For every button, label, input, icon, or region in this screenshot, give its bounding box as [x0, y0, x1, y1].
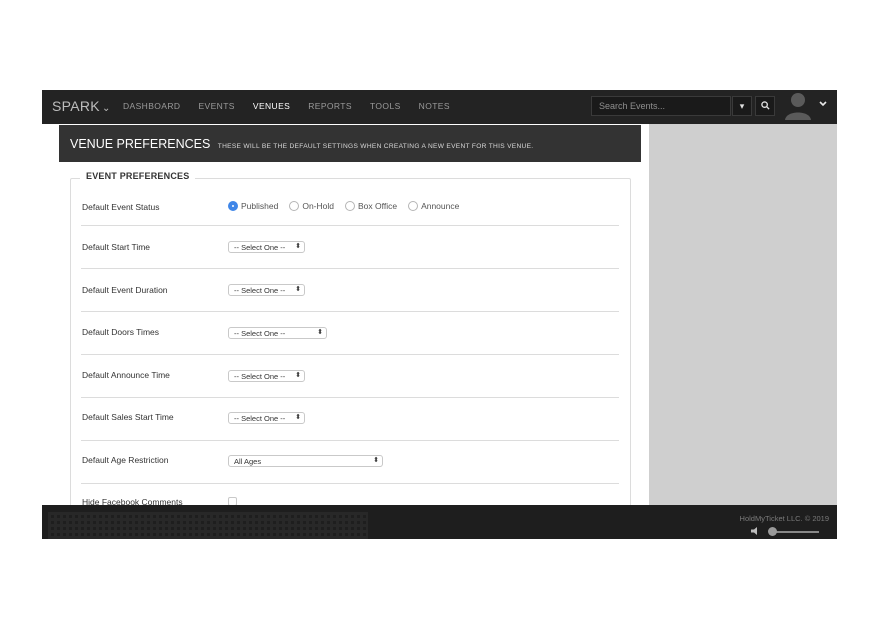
doors-time-label: Default Doors Times — [82, 327, 159, 337]
radio-published[interactable]: Published — [228, 201, 278, 211]
chevron-down-icon[interactable] — [819, 99, 827, 110]
duration-select[interactable]: -- Select One -- ⬍ — [228, 284, 305, 296]
sales-start-select[interactable]: -- Select One -- ⬍ — [228, 412, 305, 424]
chevron-down-icon: ⌄ — [101, 103, 111, 114]
main-nav: DASHBOARD EVENTS VENUES REPORTS TOOLS NO… — [123, 101, 468, 111]
search-input[interactable] — [591, 96, 731, 116]
radio-indicator — [408, 201, 419, 211]
start-time-select[interactable]: -- Select One -- ⬍ — [228, 241, 305, 253]
nav-venues[interactable]: VENUES — [253, 101, 290, 111]
section-header: VENUE PREFERENCES THESE WILL BE THE DEFA… — [59, 125, 641, 162]
venue-preferences-panel: VENUE PREFERENCES THESE WILL BE THE DEFA… — [42, 124, 649, 505]
select-arrows-icon: ⬍ — [295, 286, 301, 293]
nav-events[interactable]: EVENTS — [198, 101, 234, 111]
radio-box-office[interactable]: Box Office — [345, 201, 397, 211]
search-filter-dropdown-button[interactable]: ▾ — [732, 96, 752, 116]
announce-time-select[interactable]: -- Select One -- ⬍ — [228, 370, 305, 382]
age-restriction-row: Default Age Restriction All Ages ⬍ — [81, 441, 619, 484]
select-value: -- Select One -- — [234, 372, 286, 381]
start-time-label: Default Start Time — [82, 242, 151, 252]
age-restriction-select[interactable]: All Ages ⬍ — [228, 455, 383, 467]
app-window: SPARK ⌄ DASHBOARD EVENTS VENUES REPORTS T… — [42, 90, 837, 539]
search-button[interactable] — [755, 96, 775, 116]
caret-down-icon: ▾ — [739, 101, 745, 111]
select-value: -- Select One -- — [234, 286, 286, 295]
start-time-row: Default Start Time -- Select One -- ⬍ — [81, 226, 619, 269]
select-value: -- Select One -- — [234, 329, 286, 338]
announce-time-label: Default Announce Time — [82, 370, 170, 380]
user-avatar-icon[interactable] — [783, 90, 813, 120]
radio-label: Announce — [421, 201, 460, 211]
page-subtitle: THESE WILL BE THE DEFAULT SETTINGS WHEN … — [217, 143, 534, 150]
duration-label: Default Event Duration — [82, 285, 168, 295]
radio-label: On-Hold — [302, 201, 334, 211]
hide-facebook-comments-row: Hide Facebook Comments — [81, 484, 619, 505]
event-status-row: Default Event Status Published On-Hold B… — [81, 189, 619, 226]
top-nav-bar: SPARK ⌄ DASHBOARD EVENTS VENUES REPORTS T… — [42, 90, 837, 124]
event-status-label: Default Event Status — [82, 202, 160, 212]
brand-menu[interactable]: SPARK ⌄ — [52, 98, 111, 114]
select-arrows-icon: ⬍ — [373, 457, 379, 464]
select-value: -- Select One -- — [234, 243, 286, 252]
search-icon — [760, 101, 770, 110]
select-arrows-icon: ⬍ — [295, 243, 301, 250]
age-restriction-label: Default Age Restriction — [82, 455, 169, 465]
copyright-text: HoldMyTicket LLC. © 2019 — [739, 514, 829, 523]
duration-row: Default Event Duration -- Select One -- … — [81, 269, 619, 312]
select-value: -- Select One -- — [234, 414, 286, 423]
radio-announce[interactable]: Announce — [408, 201, 459, 211]
doors-time-row: Default Doors Times -- Select One -- ⬍ — [81, 312, 619, 355]
radio-label: Published — [241, 201, 279, 211]
hide-facebook-comments-checkbox[interactable] — [228, 497, 237, 505]
footer-bar: HoldMyTicket LLC. © 2019 — [42, 505, 837, 539]
radio-on-hold[interactable]: On-Hold — [289, 201, 334, 211]
radio-label: Box Office — [358, 201, 398, 211]
announce-time-row: Default Announce Time -- Select One -- ⬍ — [81, 355, 619, 398]
radio-indicator — [345, 201, 355, 211]
fieldset-legend: EVENT PREFERENCES — [80, 171, 196, 181]
select-value: All Ages — [234, 457, 262, 466]
nav-reports[interactable]: REPORTS — [308, 101, 352, 111]
select-arrows-icon: ⬍ — [295, 414, 301, 421]
volume-slider-handle[interactable] — [768, 527, 777, 536]
sales-start-label: Default Sales Start Time — [82, 412, 174, 422]
event-status-radio-group: Published On-Hold Box Office Announce — [228, 201, 470, 211]
speaker-icon[interactable] — [751, 527, 761, 535]
footer-pattern — [48, 512, 368, 539]
nav-notes[interactable]: NOTES — [419, 101, 450, 111]
select-arrows-icon: ⬍ — [295, 372, 301, 379]
radio-indicator — [289, 201, 300, 211]
select-arrows-icon: ⬍ — [317, 329, 323, 336]
nav-dashboard[interactable]: DASHBOARD — [123, 101, 180, 111]
hide-facebook-comments-label: Hide Facebook Comments — [82, 497, 183, 505]
page-title: VENUE PREFERENCES — [70, 137, 211, 151]
brand-name: SPARK — [52, 98, 100, 114]
doors-time-select[interactable]: -- Select One -- ⬍ — [228, 327, 327, 339]
nav-tools[interactable]: TOOLS — [370, 101, 401, 111]
radio-indicator — [228, 201, 238, 211]
sales-start-row: Default Sales Start Time -- Select One -… — [81, 398, 619, 441]
